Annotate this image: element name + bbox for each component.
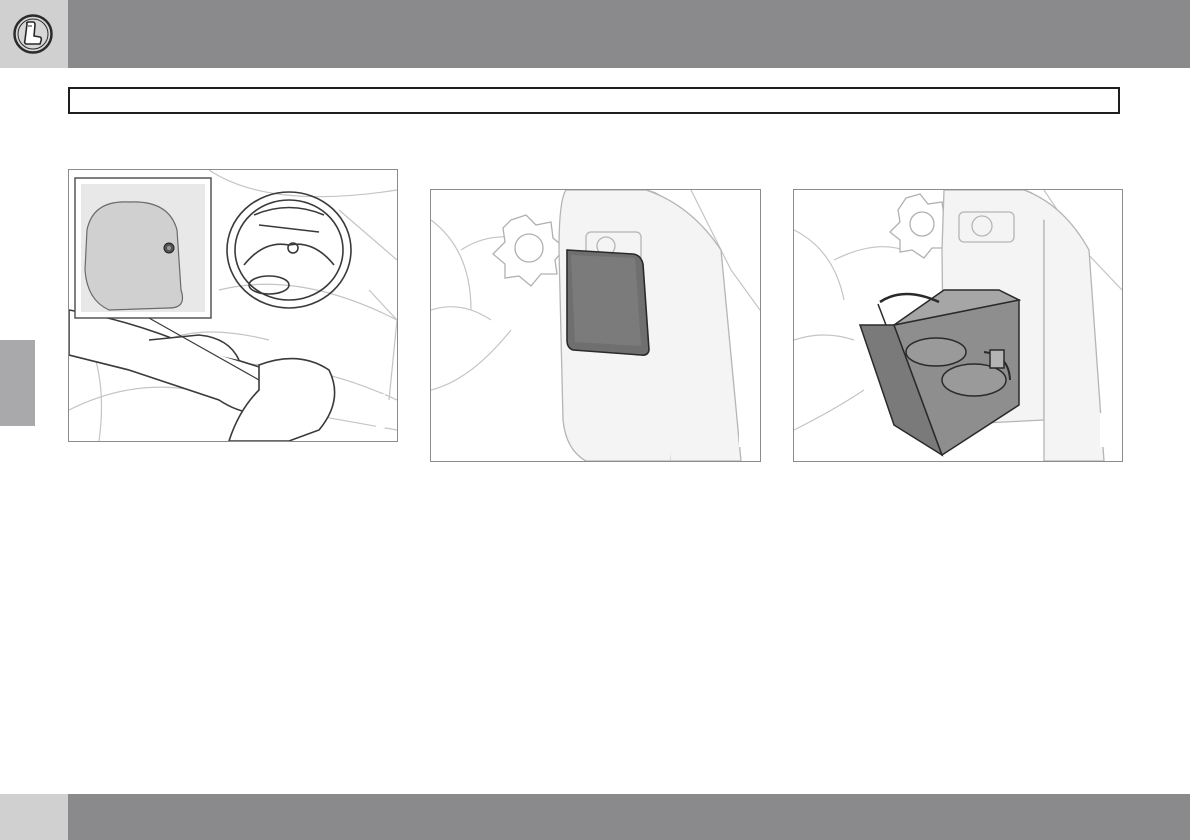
steering-wheel-headrest-illustration bbox=[68, 169, 398, 442]
header-bar bbox=[68, 0, 1190, 68]
center-console-closed-illustration bbox=[430, 189, 761, 462]
cup-holder-open-illustration bbox=[793, 189, 1123, 462]
figure-marker bbox=[1100, 413, 1109, 447]
chapter-icon-area bbox=[0, 0, 68, 68]
figure-marker bbox=[376, 394, 385, 428]
footer-bar bbox=[68, 794, 1190, 840]
figure-marker bbox=[739, 413, 748, 447]
chapter-tab bbox=[0, 340, 35, 426]
car-seat-icon bbox=[13, 14, 53, 54]
footer-page-number-area bbox=[0, 794, 68, 840]
section-heading-box bbox=[68, 87, 1120, 114]
